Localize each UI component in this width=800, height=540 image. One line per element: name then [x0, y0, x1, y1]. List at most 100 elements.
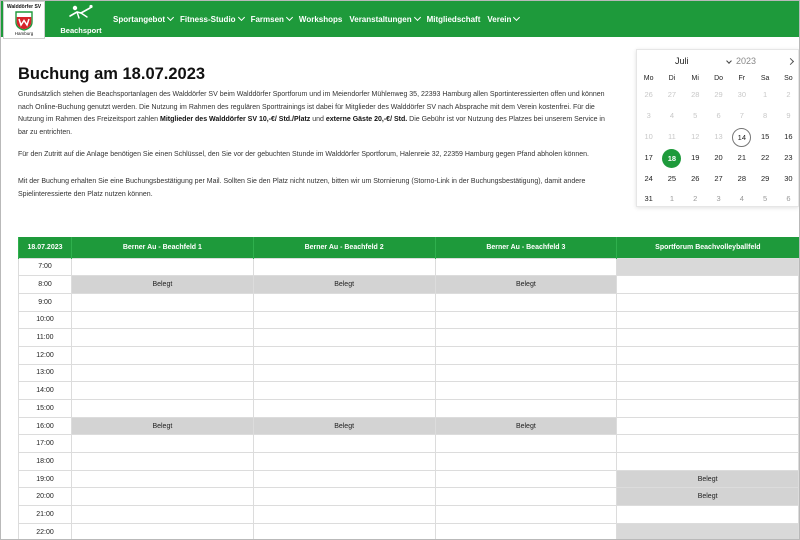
free-slot[interactable] — [71, 487, 254, 507]
free-slot[interactable] — [434, 505, 618, 524]
free-slot[interactable] — [252, 469, 436, 489]
nav-item-mitgliedschaft[interactable]: Mitgliedschaft — [427, 15, 481, 24]
free-slot[interactable] — [434, 452, 618, 471]
year-input[interactable]: 2023 — [736, 56, 756, 66]
calendar-day[interactable]: 26 — [684, 169, 707, 190]
calendar-day[interactable]: 2 — [684, 189, 707, 210]
beachsport-home-link[interactable]: Beachsport — [59, 4, 103, 35]
free-slot[interactable] — [616, 328, 799, 347]
calendar-day[interactable]: 24 — [637, 169, 660, 190]
club-logo[interactable]: Walddörfer SV Hamburg — [3, 1, 45, 39]
calendar-day-selected[interactable]: 18 — [660, 148, 683, 169]
booked-slot: Belegt — [71, 275, 254, 294]
free-slot[interactable] — [71, 381, 254, 400]
free-slot[interactable] — [434, 363, 618, 383]
free-slot[interactable] — [434, 522, 618, 539]
free-slot[interactable] — [71, 522, 254, 539]
weekday-label: Di — [668, 75, 676, 82]
calendar-day[interactable]: 17 — [637, 148, 660, 169]
nav-item-fitness-studio[interactable]: Fitness-Studio — [180, 13, 245, 24]
chevron-down-icon[interactable] — [726, 58, 732, 64]
calendar-day-number: 22 — [760, 152, 770, 162]
calendar-day-number: 2 — [693, 194, 698, 204]
calendar-day[interactable]: 19 — [684, 148, 707, 169]
calendar-day[interactable]: 16 — [777, 127, 799, 148]
free-slot[interactable] — [252, 487, 436, 507]
nav-item-verein[interactable]: Verein — [487, 13, 521, 24]
free-slot[interactable] — [252, 345, 436, 365]
calendar-day[interactable]: 27 — [707, 169, 730, 190]
free-slot[interactable] — [71, 505, 254, 524]
free-slot[interactable] — [71, 452, 254, 471]
free-slot[interactable] — [434, 292, 618, 312]
free-slot[interactable] — [616, 452, 799, 471]
free-slot[interactable] — [252, 328, 436, 347]
calendar-day[interactable]: 6 — [777, 189, 799, 210]
free-slot[interactable] — [71, 434, 254, 454]
calendar-day[interactable]: 20 — [707, 148, 730, 169]
free-slot[interactable] — [252, 381, 436, 400]
free-slot[interactable] — [71, 292, 254, 312]
free-slot[interactable] — [434, 487, 618, 507]
free-slot[interactable] — [616, 434, 799, 454]
month-select[interactable]: Juli — [675, 56, 689, 66]
free-slot[interactable] — [616, 399, 799, 418]
calendar-day[interactable]: 30 — [777, 169, 799, 190]
calendar-day[interactable]: 21 — [730, 148, 753, 169]
free-slot[interactable] — [616, 505, 799, 524]
calendar-day[interactable]: 5 — [753, 189, 776, 210]
free-slot[interactable] — [71, 399, 254, 418]
free-slot[interactable] — [71, 257, 254, 277]
member-price: Mitglieder des Walddörfer SV 10,-€/ Std.… — [160, 116, 311, 124]
calendar-day[interactable]: 22 — [753, 148, 776, 169]
free-slot[interactable] — [71, 469, 254, 489]
calendar-day[interactable]: 28 — [730, 169, 753, 190]
nav-item-veranstaltungen[interactable]: Veranstaltungen — [349, 13, 421, 24]
free-slot[interactable] — [252, 399, 436, 418]
free-slot[interactable] — [616, 292, 799, 312]
free-slot[interactable] — [252, 292, 436, 312]
nav-item-workshops[interactable]: Workshops — [299, 15, 342, 24]
free-slot[interactable] — [71, 363, 254, 383]
free-slot[interactable] — [71, 328, 254, 347]
free-slot[interactable] — [616, 345, 799, 365]
calendar-day[interactable]: 3 — [707, 189, 730, 210]
free-slot[interactable] — [71, 345, 254, 365]
free-slot[interactable] — [434, 469, 618, 489]
free-slot[interactable] — [434, 381, 618, 400]
free-slot[interactable] — [434, 434, 618, 454]
calendar-day[interactable]: 25 — [660, 169, 683, 190]
calendar-day: 2 — [777, 85, 799, 106]
free-slot[interactable] — [71, 310, 254, 330]
free-slot[interactable] — [252, 505, 436, 524]
next-month-icon[interactable] — [786, 57, 795, 66]
free-slot[interactable] — [434, 345, 618, 365]
free-slot[interactable] — [616, 275, 799, 294]
time-slot-label: 16:00 — [18, 416, 72, 436]
free-slot[interactable] — [434, 257, 618, 277]
free-slot[interactable] — [434, 399, 618, 418]
free-slot[interactable] — [616, 310, 799, 330]
free-slot[interactable] — [252, 363, 436, 383]
calendar-day-today[interactable]: 14 — [730, 127, 753, 148]
free-slot[interactable] — [252, 522, 436, 539]
nav-item-sportangebot[interactable]: Sportangebot — [113, 13, 175, 24]
calendar-day-number: 16 — [784, 131, 793, 141]
free-slot[interactable] — [252, 310, 436, 330]
free-slot[interactable] — [252, 452, 436, 471]
calendar-day[interactable]: 29 — [753, 169, 776, 190]
free-slot[interactable] — [434, 310, 618, 330]
free-slot[interactable] — [252, 434, 436, 454]
calendar-day[interactable]: 4 — [730, 189, 753, 210]
free-slot[interactable] — [252, 257, 436, 277]
free-slot[interactable] — [616, 363, 799, 383]
free-slot[interactable] — [616, 381, 799, 400]
calendar-day[interactable]: 1 — [660, 189, 683, 210]
calendar-day[interactable]: 15 — [753, 127, 776, 148]
free-slot[interactable] — [434, 328, 618, 347]
free-slot[interactable] — [616, 416, 799, 436]
nav-item-farmsen[interactable]: Farmsen — [251, 13, 293, 24]
calendar-day[interactable]: 23 — [777, 148, 799, 169]
pricing-paragraph: Grundsätzlich stehen die Beachsportanlag… — [18, 89, 608, 139]
calendar-day[interactable]: 31 — [637, 189, 660, 210]
